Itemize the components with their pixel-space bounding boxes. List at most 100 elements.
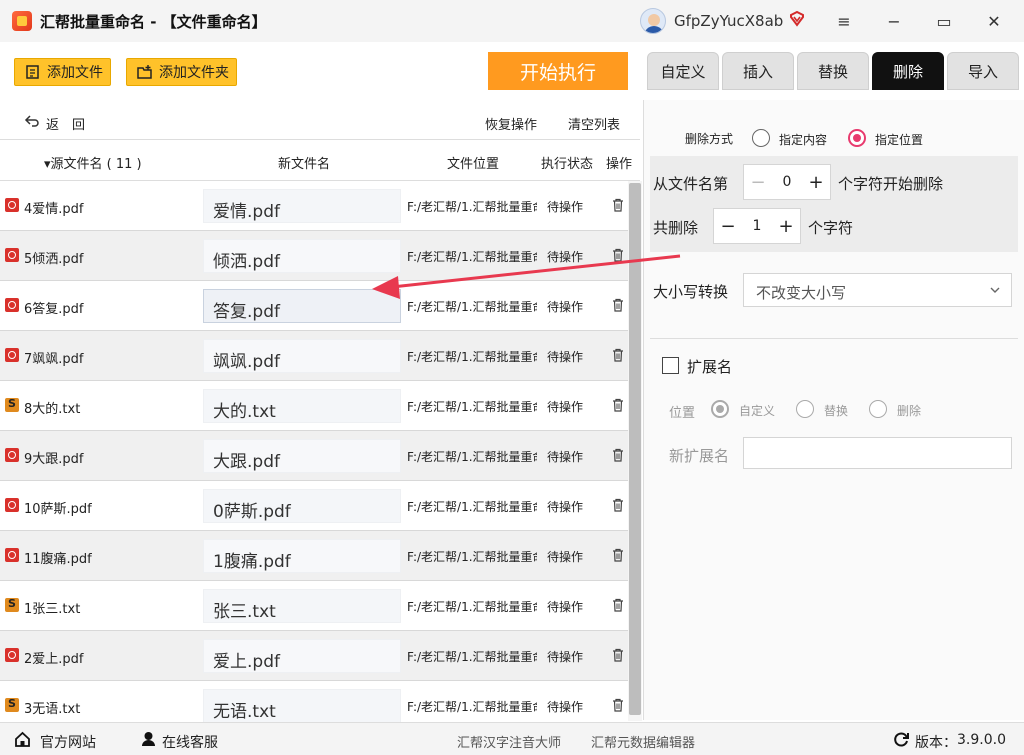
pos-custom-radio[interactable]	[711, 400, 729, 418]
file-list: 4爱情.pdf 爱情.pdf F:/老汇帮/1.汇帮批量重命 待操作 5倾洒.pdf 倾洒…	[0, 181, 628, 731]
list-action-bar: 返 回 恢复操作 清空列表	[0, 100, 640, 140]
add-folder-label: 添加文件夹	[159, 65, 229, 81]
from-increment-button[interactable]: +	[802, 172, 830, 193]
pos-replace-label[interactable]: 替换	[824, 402, 848, 419]
user-avatar[interactable]	[640, 8, 666, 34]
clear-list-button[interactable]: 清空列表	[568, 114, 620, 133]
new-ext-input[interactable]	[743, 437, 1012, 469]
vip-diamond-icon[interactable]	[788, 10, 806, 28]
trash-icon[interactable]	[612, 448, 624, 462]
col-source[interactable]: ▾源文件名 ( 11 )	[44, 153, 142, 172]
status-text: 待操作	[547, 400, 584, 414]
new-filename-input[interactable]: 大跟.pdf	[203, 439, 401, 473]
new-filename-input[interactable]: 1腹痛.pdf	[203, 539, 401, 573]
menu-icon[interactable]: ≡	[830, 8, 858, 34]
refresh-icon[interactable]	[893, 731, 910, 748]
new-filename-input[interactable]: 0萨斯.pdf	[203, 489, 401, 523]
pdf-file-icon	[5, 548, 19, 562]
mode-position-label[interactable]: 指定位置	[875, 131, 923, 148]
table-row[interactable]: 11腹痛.pdf 1腹痛.pdf F:/老汇帮/1.汇帮批量重命 待操作	[0, 531, 628, 581]
extension-checkbox[interactable]	[662, 357, 679, 374]
home-icon[interactable]	[14, 731, 31, 748]
close-button[interactable]: ✕	[980, 8, 1008, 34]
col-location: 文件位置	[447, 157, 500, 172]
table-row[interactable]: 1张三.txt 张三.txt F:/老汇帮/1.汇帮批量重命待操作	[0, 581, 628, 631]
new-filename-input[interactable]: 爱情.pdf	[203, 189, 401, 223]
table-row[interactable]: 4爱情.pdf 爱情.pdf F:/老汇帮/1.汇帮批量重命 待操作	[0, 181, 628, 231]
pdf-file-icon	[5, 648, 19, 662]
extension-label[interactable]: 扩展名	[687, 356, 732, 377]
trash-icon[interactable]	[612, 648, 624, 662]
trash-icon[interactable]	[612, 348, 624, 362]
pos-delete-radio[interactable]	[869, 400, 887, 418]
table-row[interactable]: 9大跟.pdf 大跟.pdf F:/老汇帮/1.汇帮批量重命 待操作	[0, 431, 628, 481]
tab-custom[interactable]: 自定义	[647, 52, 719, 90]
back-button[interactable]: 返 回	[46, 114, 85, 133]
user-name[interactable]: GfpZyYucX8ab	[674, 12, 783, 30]
table-row[interactable]: 10萨斯.pdf 0萨斯.pdf F:/老汇帮/1.汇帮批量重命 待操作	[0, 481, 628, 531]
new-filename-input[interactable]: 爱上.pdf	[203, 639, 401, 673]
count-stepper[interactable]: − 1 +	[713, 208, 801, 244]
trash-icon[interactable]	[612, 548, 624, 562]
new-filename-input[interactable]: 飒飒.pdf	[203, 339, 401, 373]
table-row[interactable]: 5倾洒.pdf 倾洒.pdf F:/老汇帮/1.汇帮批量重命 待操作	[0, 231, 628, 281]
support-icon[interactable]	[140, 730, 157, 747]
mode-content-radio[interactable]	[752, 129, 770, 147]
mode-position-radio[interactable]	[848, 129, 866, 147]
from-value[interactable]: 0	[772, 174, 802, 190]
file-location: F:/老汇帮/1.汇帮批量重命	[407, 600, 537, 614]
version-label: 版本：	[915, 735, 957, 751]
delete-mode-label: 删除方式	[685, 132, 734, 146]
new-filename-input[interactable]: 倾洒.pdf	[203, 239, 401, 273]
table-row[interactable]: 6答复.pdf 答复.pdf F:/老汇帮/1.汇帮批量重命 待操作	[0, 281, 628, 331]
count-decrement-button[interactable]: −	[714, 216, 742, 237]
trash-icon[interactable]	[612, 498, 624, 512]
start-button[interactable]: 开始执行	[488, 52, 628, 90]
pos-delete-label[interactable]: 删除	[897, 402, 921, 419]
footer-bar: 官方网站 在线客服 汇帮汉字注音大师 汇帮元数据编辑器 版本： 3.9.0.0	[0, 722, 1024, 755]
trash-icon[interactable]	[612, 398, 624, 412]
mode-content-label[interactable]: 指定内容	[779, 131, 827, 148]
metadata-tool-link[interactable]: 汇帮元数据编辑器	[591, 732, 695, 751]
new-filename-input[interactable]: 大的.txt	[203, 389, 401, 423]
new-filename-input[interactable]: 无语.txt	[203, 689, 401, 723]
pos-replace-radio[interactable]	[796, 400, 814, 418]
position-label: 位置	[669, 406, 696, 421]
new-filename-input[interactable]: 张三.txt	[203, 589, 401, 623]
support-link[interactable]: 在线客服	[162, 732, 218, 752]
trash-icon[interactable]	[612, 598, 624, 612]
tab-replace[interactable]: 替换	[797, 52, 869, 90]
trash-icon[interactable]	[612, 298, 624, 312]
table-row[interactable]: 2爱上.pdf 爱上.pdf F:/老汇帮/1.汇帮批量重命 待操作	[0, 631, 628, 681]
tab-insert[interactable]: 插入	[722, 52, 794, 90]
trash-icon[interactable]	[612, 698, 624, 712]
website-link[interactable]: 官方网站	[40, 732, 96, 752]
minimize-button[interactable]: −	[880, 8, 908, 34]
tab-delete[interactable]: 删除	[872, 52, 944, 90]
pdf-file-icon	[5, 248, 19, 262]
from-decrement-button[interactable]: −	[744, 172, 772, 193]
pinyin-tool-link[interactable]: 汇帮汉字注音大师	[457, 732, 561, 751]
back-arrow-icon[interactable]	[24, 114, 40, 128]
add-folder-button[interactable]: 添加文件夹	[126, 58, 237, 86]
scrollbar-thumb[interactable]	[629, 183, 641, 715]
table-row[interactable]: 7飒飒.pdf 飒飒.pdf F:/老汇帮/1.汇帮批量重命 待操作	[0, 331, 628, 381]
count-increment-button[interactable]: +	[772, 216, 800, 237]
restore-button[interactable]: 恢复操作	[485, 114, 537, 133]
trash-icon[interactable]	[612, 198, 624, 212]
new-filename-input[interactable]: 答复.pdf	[203, 289, 401, 323]
maximize-button[interactable]: ▭	[930, 8, 958, 34]
new-ext-label: 新扩展名	[669, 447, 730, 465]
trash-icon[interactable]	[612, 248, 624, 262]
case-select[interactable]: 不改变大小写	[743, 273, 1012, 307]
table-row[interactable]: 8大的.txt 大的.txt F:/老汇帮/1.汇帮批量重命待操作	[0, 381, 628, 431]
add-file-button[interactable]: 添加文件	[14, 58, 111, 86]
pos-custom-label[interactable]: 自定义	[739, 402, 775, 419]
chevron-down-icon	[990, 287, 1000, 293]
count-suffix: 个字符	[808, 219, 854, 237]
from-stepper[interactable]: − 0 +	[743, 164, 831, 200]
tab-import[interactable]: 导入	[947, 52, 1019, 90]
from-label: 从文件名第	[653, 175, 729, 193]
source-filename: 3无语.txt	[24, 702, 81, 717]
count-value[interactable]: 1	[742, 218, 772, 234]
